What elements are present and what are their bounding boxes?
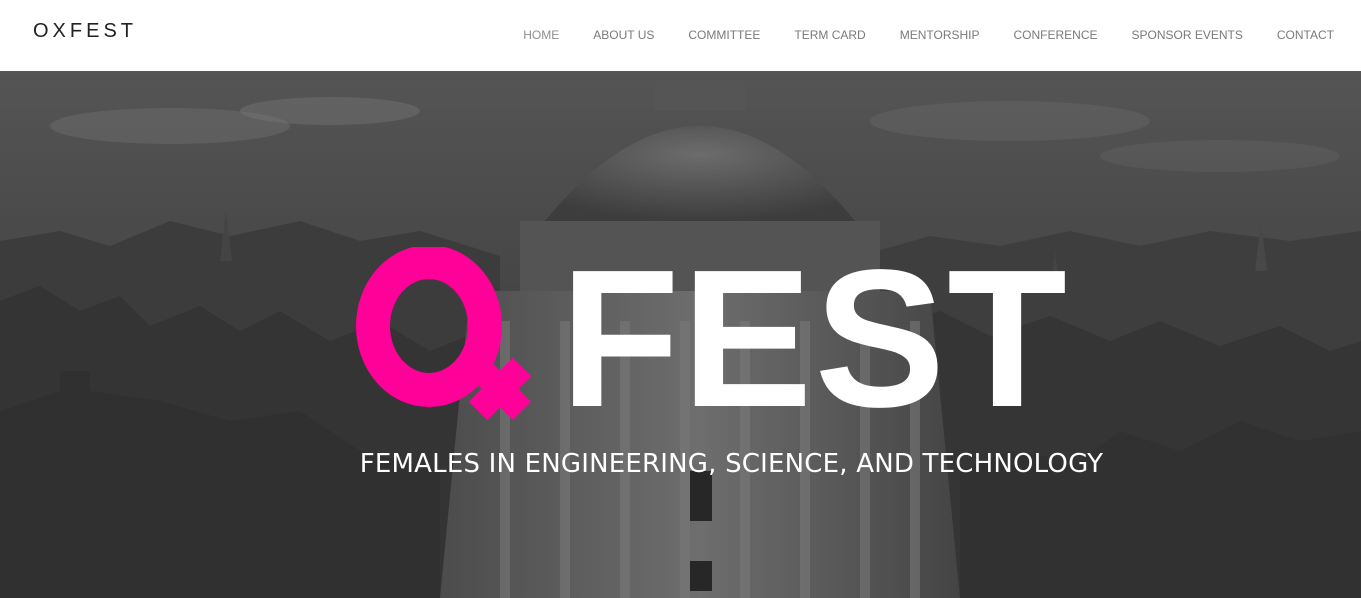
logo-fest-text: FEST <box>560 229 1069 448</box>
top-navbar: OXFEST HOME ABOUT US COMMITTEE TERM CARD… <box>0 0 1361 71</box>
nav-item-home[interactable]: HOME <box>523 27 559 43</box>
hero-section: FEST FEMALES IN ENGINEERING, SCIENCE, AN… <box>0 71 1361 598</box>
nav-item-about-us[interactable]: ABOUT US <box>593 27 654 43</box>
oxfest-logo: FEST <box>355 241 1075 437</box>
nav-item-sponsor-events[interactable]: SPONSOR EVENTS <box>1132 27 1243 43</box>
nav-item-committee[interactable]: COMMITTEE <box>688 27 760 43</box>
nav-item-mentorship[interactable]: MENTORSHIP <box>900 27 980 43</box>
nav-item-conference[interactable]: CONFERENCE <box>1014 27 1098 43</box>
nav-item-contact[interactable]: CONTACT <box>1277 27 1334 43</box>
nav-item-term-card[interactable]: TERM CARD <box>794 27 865 43</box>
main-nav: HOME ABOUT US COMMITTEE TERM CARD MENTOR… <box>489 27 1334 43</box>
site-brand-link[interactable]: OXFEST <box>33 20 137 43</box>
logo-q-mark-icon <box>356 247 532 421</box>
hero-tagline: FEMALES IN ENGINEERING, SCIENCE, AND TEC… <box>359 449 1104 479</box>
